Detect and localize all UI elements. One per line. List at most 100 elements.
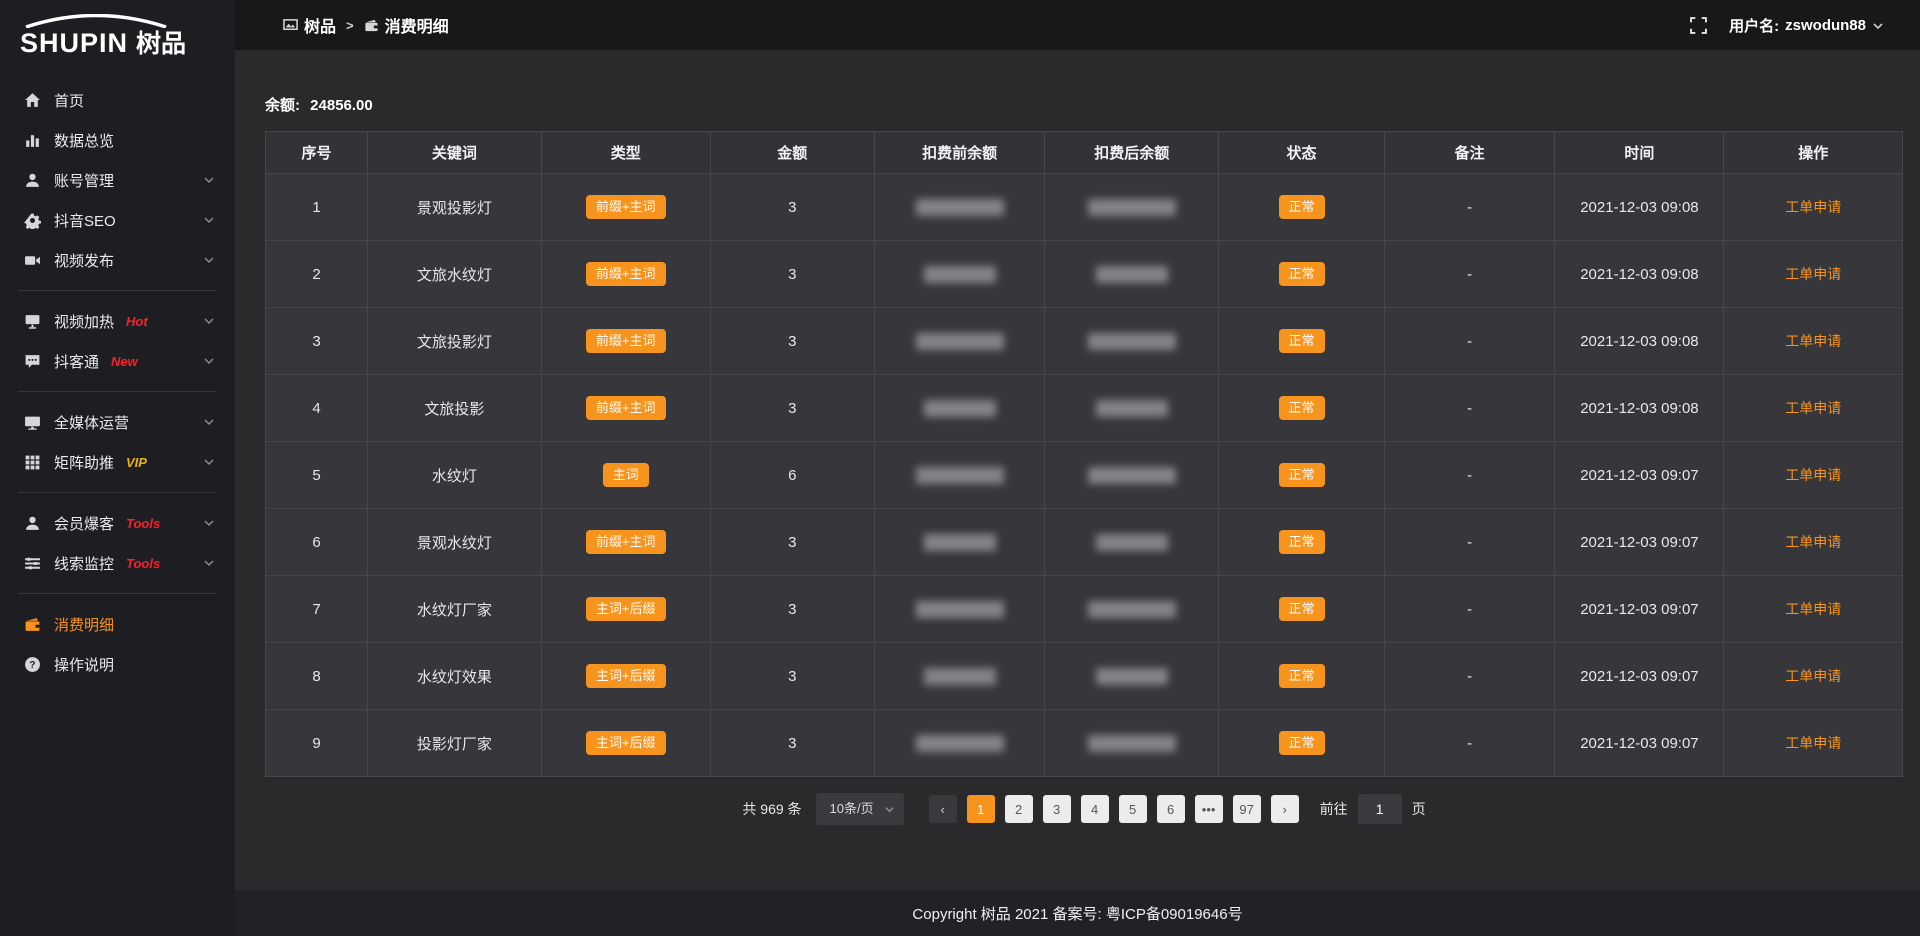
- ticket-request-link[interactable]: 工单申请: [1785, 668, 1841, 684]
- grid-icon: [24, 454, 41, 471]
- table-row: 5 水纹灯 主词 6 正常 - 2021-12-03 09:07 工单申请: [266, 442, 1903, 509]
- sidebar-item-视频加热[interactable]: 视频加热 Hot: [0, 301, 235, 341]
- cell-keyword: 水纹灯: [368, 442, 542, 509]
- balance: 余额: 24856.00: [265, 94, 1903, 115]
- sidebar-item-会员爆客[interactable]: 会员爆客 Tools: [0, 503, 235, 543]
- video-icon: [24, 252, 41, 269]
- fullscreen-icon[interactable]: [1690, 17, 1707, 34]
- cell-action: 工单申请: [1724, 576, 1903, 643]
- sidebar-menu: 首页 数据总览 账号管理 抖音SEO 视频发布 视频加热: [0, 80, 235, 684]
- ticket-request-link[interactable]: 工单申请: [1785, 534, 1841, 550]
- page-buttons: 123456 ••• 97: [962, 795, 1266, 823]
- table-header-row: 序号关键词类型金额扣费前余额扣费后余额状态备注时间操作: [266, 132, 1903, 174]
- page-ellipsis-button[interactable]: •••: [1195, 795, 1223, 823]
- user-menu[interactable]: 用户名: zswodun88: [1729, 15, 1884, 36]
- ticket-request-link[interactable]: 工单申请: [1785, 601, 1841, 617]
- pagination-total: 共 969 条: [742, 799, 801, 819]
- cell-keyword: 水纹灯厂家: [368, 576, 542, 643]
- cell-type: 前缀+主词: [541, 509, 710, 576]
- page-button-97[interactable]: 97: [1233, 795, 1261, 823]
- page-size-select[interactable]: 10条/页: [816, 793, 904, 825]
- type-badge: 主词: [603, 463, 649, 487]
- sidebar-item-数据总览[interactable]: 数据总览: [0, 120, 235, 160]
- page-jump: 前往 页: [1320, 794, 1426, 824]
- redacted-balance-before: [916, 601, 1004, 618]
- cell-status: 正常: [1219, 509, 1385, 576]
- chevron-down-icon: [203, 315, 215, 327]
- page-button-2[interactable]: 2: [1005, 795, 1033, 823]
- page-button-4[interactable]: 4: [1081, 795, 1109, 823]
- sidebar-item-首页[interactable]: 首页: [0, 80, 235, 120]
- sidebar-item-消费明细[interactable]: 消费明细: [0, 604, 235, 644]
- cell-time: 2021-12-03 09:08: [1555, 241, 1724, 308]
- chevron-down-icon: [884, 795, 895, 827]
- page-button-5[interactable]: 5: [1119, 795, 1147, 823]
- logo-text-latin: SHUPIN: [20, 28, 128, 59]
- prev-page-button[interactable]: ‹: [929, 795, 957, 823]
- status-badge: 正常: [1279, 664, 1325, 688]
- table-row: 6 景观水纹灯 前缀+主词 3 正常 - 2021-12-03 09:07 工单…: [266, 509, 1903, 576]
- goto-page-input[interactable]: [1358, 794, 1402, 824]
- column-header: 时间: [1555, 132, 1724, 174]
- column-header: 状态: [1219, 132, 1385, 174]
- sidebar-item-操作说明[interactable]: ? 操作说明: [0, 644, 235, 684]
- cell-action: 工单申请: [1724, 643, 1903, 710]
- main-column: 树品 > 消费明细 用户名: zswodun88: [235, 0, 1920, 936]
- sidebar-divider: [18, 391, 217, 392]
- cell-status: 正常: [1219, 710, 1385, 777]
- user-icon: [24, 515, 41, 532]
- type-badge: 前缀+主词: [586, 396, 666, 420]
- cell-keyword: 投影灯厂家: [368, 710, 542, 777]
- cell-balance-after: [1045, 308, 1219, 375]
- status-badge: 正常: [1279, 731, 1325, 755]
- redacted-balance-before: [924, 266, 996, 283]
- cell-type: 主词+后缀: [541, 576, 710, 643]
- status-badge: 正常: [1279, 262, 1325, 286]
- cell-status: 正常: [1219, 308, 1385, 375]
- table-row: 2 文旅水纹灯 前缀+主词 3 正常 - 2021-12-03 09:08 工单…: [266, 241, 1903, 308]
- sidebar-item-账号管理[interactable]: 账号管理: [0, 160, 235, 200]
- sidebar-item-抖客通[interactable]: 抖客通 New: [0, 341, 235, 381]
- cell-balance-before: [874, 375, 1045, 442]
- chart-icon: [24, 132, 41, 149]
- cell-amount: 3: [710, 308, 874, 375]
- breadcrumb-current[interactable]: 消费明细: [364, 13, 449, 37]
- cell-balance-before: [874, 509, 1045, 576]
- ticket-request-link[interactable]: 工单申请: [1785, 333, 1841, 349]
- sidebar-item-线索监控[interactable]: 线索监控 Tools: [0, 543, 235, 583]
- page-button-3[interactable]: 3: [1043, 795, 1071, 823]
- sidebar-item-label: 视频加热: [54, 311, 114, 332]
- page-button-1[interactable]: 1: [967, 795, 995, 823]
- column-header: 扣费后余额: [1045, 132, 1219, 174]
- breadcrumb-home[interactable]: 树品: [283, 13, 336, 37]
- sidebar-item-tag: Tools: [126, 516, 160, 531]
- sidebar-item-矩阵助推[interactable]: 矩阵助推 VIP: [0, 442, 235, 482]
- ticket-request-link[interactable]: 工单申请: [1785, 467, 1841, 483]
- redacted-balance-after: [1088, 467, 1176, 484]
- sidebar-item-tag: Tools: [126, 556, 160, 571]
- ticket-request-link[interactable]: 工单申请: [1785, 266, 1841, 282]
- redacted-balance-before: [916, 333, 1004, 350]
- cell-remark: -: [1384, 509, 1555, 576]
- table-row: 1 景观投影灯 前缀+主词 3 正常 - 2021-12-03 09:08 工单…: [266, 174, 1903, 241]
- page-button-6[interactable]: 6: [1157, 795, 1185, 823]
- sidebar-item-视频发布[interactable]: 视频发布: [0, 240, 235, 280]
- cell-remark: -: [1384, 308, 1555, 375]
- column-header: 关键词: [368, 132, 542, 174]
- redacted-balance-before: [916, 735, 1004, 752]
- sidebar-item-全媒体运营[interactable]: 全媒体运营: [0, 402, 235, 442]
- ticket-request-link[interactable]: 工单申请: [1785, 199, 1841, 215]
- breadcrumb-label: 消费明细: [385, 13, 449, 37]
- ticket-request-link[interactable]: 工单申请: [1785, 735, 1841, 751]
- cell-action: 工单申请: [1724, 241, 1903, 308]
- next-page-button[interactable]: ›: [1271, 795, 1299, 823]
- sidebar-divider: [18, 593, 217, 594]
- cell-remark: -: [1384, 643, 1555, 710]
- cell-balance-before: [874, 308, 1045, 375]
- cell-remark: -: [1384, 576, 1555, 643]
- pagination: 共 969 条 10条/页 ‹ 123456 ••• 97 › 前往 页: [265, 793, 1903, 825]
- ticket-request-link[interactable]: 工单申请: [1785, 400, 1841, 416]
- sidebar-item-抖音SEO[interactable]: 抖音SEO: [0, 200, 235, 240]
- cell-remark: -: [1384, 710, 1555, 777]
- gear-icon: [24, 212, 41, 229]
